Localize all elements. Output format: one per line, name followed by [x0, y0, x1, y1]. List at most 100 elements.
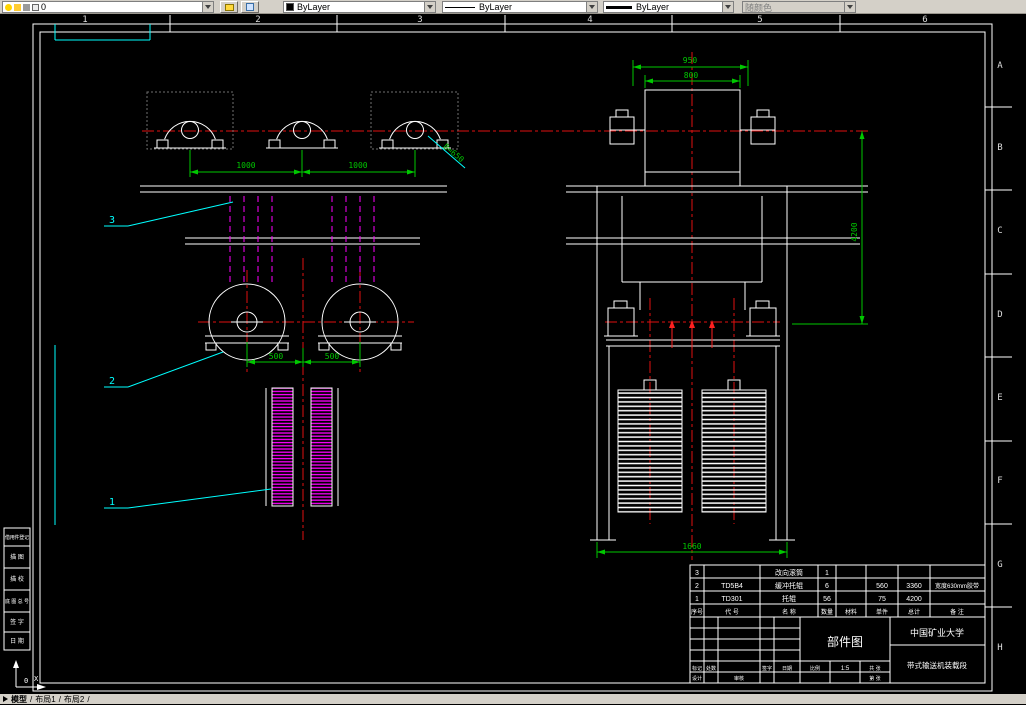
- bom-cell: 56: [823, 596, 831, 603]
- bom-header: 名 称: [782, 608, 796, 616]
- leader-label: 3: [109, 215, 115, 226]
- color-value: ByLayer: [297, 2, 331, 12]
- field-label: 标记: [692, 665, 702, 672]
- dim-text: 800: [684, 71, 699, 80]
- bom-cell: 1: [825, 570, 829, 577]
- tab-scroll-icon[interactable]: [3, 696, 8, 702]
- field-label: 审核: [734, 675, 744, 682]
- strip-cell: 描 图: [10, 553, 24, 561]
- dim-text: 500: [325, 352, 340, 361]
- bom-header: 数量: [821, 608, 833, 616]
- bom-cell: 6: [825, 583, 829, 590]
- layers-icon: [224, 3, 234, 11]
- drawing-type: 部件图: [827, 634, 863, 649]
- grid-row-label: E: [997, 393, 1002, 403]
- lineweight-preview-icon: [606, 5, 632, 9]
- chevron-down-icon: [725, 5, 731, 9]
- tab-model[interactable]: 模型: [11, 694, 27, 705]
- dim-text: 1660: [682, 542, 701, 551]
- bom-header: 代 号: [725, 608, 739, 616]
- color-dropdown-arrow[interactable]: [424, 2, 435, 12]
- bom-cell: 2: [695, 583, 699, 590]
- grid-col-label: 6: [922, 15, 927, 25]
- dim-text: 500: [269, 352, 284, 361]
- field-label: 处数: [706, 665, 716, 672]
- bom-header: 备 注: [950, 608, 964, 616]
- layer-thaw-icon: [14, 3, 21, 11]
- layer-on-icon: [5, 3, 12, 11]
- tab-separator: /: [30, 694, 33, 704]
- strip-cell: 描 校: [10, 575, 24, 583]
- ucs-origin-label: 0: [24, 677, 28, 685]
- bom-header: 总计: [908, 608, 920, 616]
- bom-cell: 缓冲托辊: [775, 581, 803, 590]
- bom-cell: 3360: [906, 583, 922, 590]
- lineweight-dropdown-arrow[interactable]: [722, 2, 733, 12]
- tab-layout2[interactable]: 布局2: [64, 694, 84, 705]
- sheet-count: 共 张: [869, 665, 880, 672]
- grid-row-label: H: [997, 643, 1002, 653]
- lineweight-dropdown[interactable]: ByLayer: [603, 1, 734, 13]
- strip-cell: 签 字: [10, 618, 24, 626]
- layer-current-icon: [246, 3, 254, 11]
- bom-cell: 宽度630mm胶带: [935, 582, 979, 590]
- field-label: 日期: [782, 666, 792, 672]
- bom-cell: TD5B4: [721, 583, 743, 590]
- layer-properties-button[interactable]: [220, 1, 238, 13]
- layer-value: 0: [41, 2, 47, 12]
- sheet-number: 第 张: [869, 675, 880, 682]
- bom-cell: 4200: [906, 596, 922, 603]
- chevron-down-icon: [205, 5, 211, 9]
- strip-cell: 底图总号: [5, 598, 29, 605]
- linetype-value: ByLayer: [479, 2, 513, 12]
- grid-col-label: 4: [587, 15, 592, 25]
- grid-row-label: A: [997, 61, 1003, 71]
- canvas-background: [0, 14, 1026, 695]
- grid-col-label: 3: [417, 15, 422, 25]
- bom-cell: 1: [695, 596, 699, 603]
- bom-header: 材料: [845, 608, 857, 616]
- plotstyle-dropdown-arrow: [844, 2, 855, 12]
- dim-text: 950: [683, 56, 698, 65]
- field-label: 签字: [762, 665, 772, 672]
- grid-row-label: C: [997, 226, 1002, 236]
- linetype-preview-icon: [445, 6, 475, 8]
- grid-row-label: F: [997, 476, 1002, 486]
- properties-toolbar: 0 ByLayer ByLayer ByLayer 随颜色: [0, 0, 1026, 14]
- lineweight-value: ByLayer: [636, 2, 670, 12]
- dim-text: 1000: [348, 161, 367, 170]
- bom-header: 序号: [691, 608, 703, 616]
- field-label: 设计: [692, 675, 702, 682]
- layer-dropdown-arrow[interactable]: [202, 2, 213, 12]
- make-layer-current-button[interactable]: [241, 1, 259, 13]
- drawing-canvas[interactable]: 1 2 3 4 5 6 A B C D E F G H 借用件登记 描 图 描 …: [0, 0, 1026, 704]
- grid-col-label: 1: [82, 15, 87, 25]
- chevron-down-icon: [589, 5, 595, 9]
- chevron-down-icon: [427, 5, 433, 9]
- tab-layout1[interactable]: 布局1: [35, 694, 55, 705]
- scale-value: 1:5: [841, 666, 850, 672]
- grid-row-label: B: [997, 143, 1002, 153]
- grid-col-label: 5: [757, 15, 762, 25]
- plotstyle-dropdown: 随颜色: [742, 1, 856, 13]
- layer-dropdown[interactable]: 0: [2, 1, 214, 13]
- dim-text: 4200: [850, 222, 859, 241]
- scale-label: 比例: [810, 665, 820, 672]
- grid-col-label: 2: [255, 15, 260, 25]
- dim-text: 1000: [236, 161, 255, 170]
- bom-header: 单件: [876, 608, 888, 616]
- leader-label: 1: [109, 497, 115, 508]
- layout-tabs-bar: 模型 / 布局1 / 布局2 /: [0, 694, 1026, 704]
- linetype-dropdown-arrow[interactable]: [586, 2, 597, 12]
- tab-separator: /: [58, 694, 61, 704]
- layer-color-swatch: [32, 3, 39, 11]
- plotstyle-value: 随颜色: [745, 2, 773, 13]
- linetype-dropdown[interactable]: ByLayer: [442, 1, 598, 13]
- organization: 中国矿业大学: [910, 627, 964, 638]
- color-dropdown[interactable]: ByLayer: [283, 1, 436, 13]
- bom-cell: 改向滚筒: [775, 568, 803, 577]
- grid-row-label: D: [997, 310, 1002, 320]
- tab-separator: /: [87, 694, 90, 704]
- bom-cell: 75: [878, 596, 886, 603]
- bom-cell: 托辊: [782, 594, 796, 603]
